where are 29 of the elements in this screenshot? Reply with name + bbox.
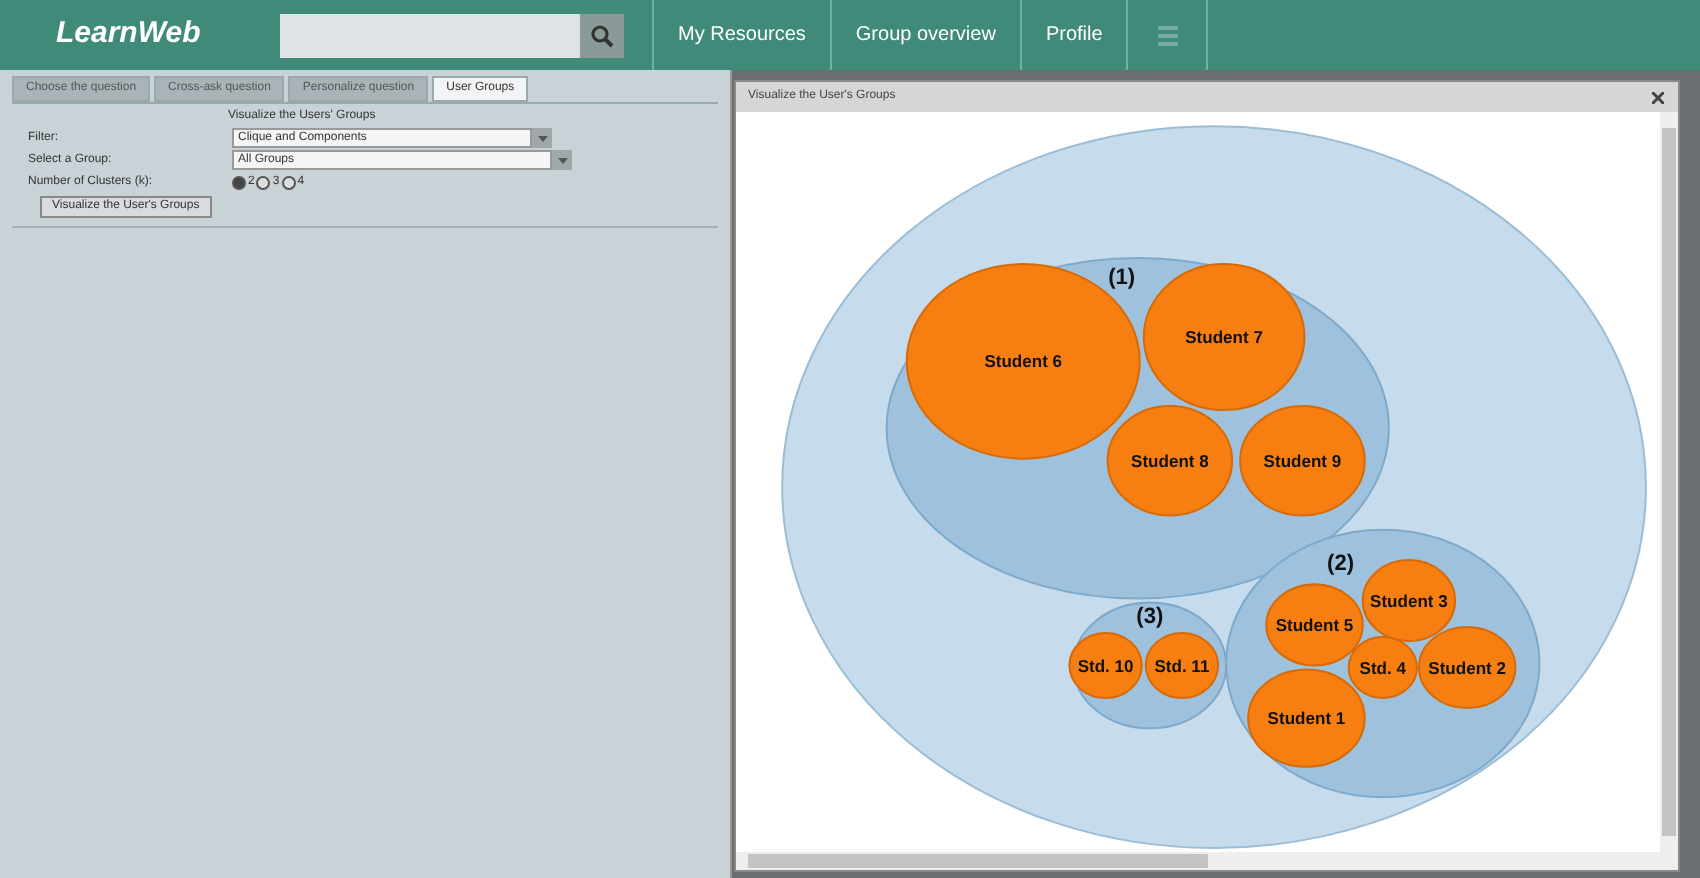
vertical-scrollbar[interactable] [1660, 112, 1678, 852]
caret-icon [537, 135, 547, 141]
logo: LearnWeb [54, 14, 203, 55]
dropdown-button[interactable] [552, 150, 572, 170]
caret-icon [557, 157, 567, 163]
search-field[interactable] [280, 13, 580, 57]
student-bubble: Student 2 [1417, 625, 1517, 710]
student-bubble: Student 7 [1142, 263, 1306, 412]
student-bubble: Std. 10 [1068, 632, 1143, 699]
menu-icon [1157, 25, 1178, 45]
close-icon [1652, 91, 1664, 103]
cluster-label: (2) [1327, 552, 1355, 577]
radio-button[interactable] [232, 175, 246, 189]
horizontal-scrollbar[interactable] [736, 852, 1678, 870]
radio-button[interactable] [256, 175, 271, 189]
radio-button[interactable] [281, 175, 296, 189]
student-bubble: Std. 4 [1347, 636, 1418, 699]
nav-link[interactable]: Profile [1021, 0, 1129, 70]
cluster-label: (3) [1136, 604, 1164, 629]
nav-link[interactable]: Group overview [831, 0, 1022, 70]
search-button[interactable] [580, 13, 624, 57]
dropdown-button[interactable] [532, 128, 552, 148]
student-bubble: Student 8 [1106, 404, 1234, 517]
cluster-label: (1) [1108, 266, 1136, 291]
close-button[interactable] [1650, 89, 1666, 105]
search-icon [590, 23, 614, 47]
student-bubble: Std. 11 [1144, 632, 1220, 699]
student-bubble: Student 3 [1361, 559, 1457, 643]
student-bubble: Student 9 [1239, 404, 1366, 517]
